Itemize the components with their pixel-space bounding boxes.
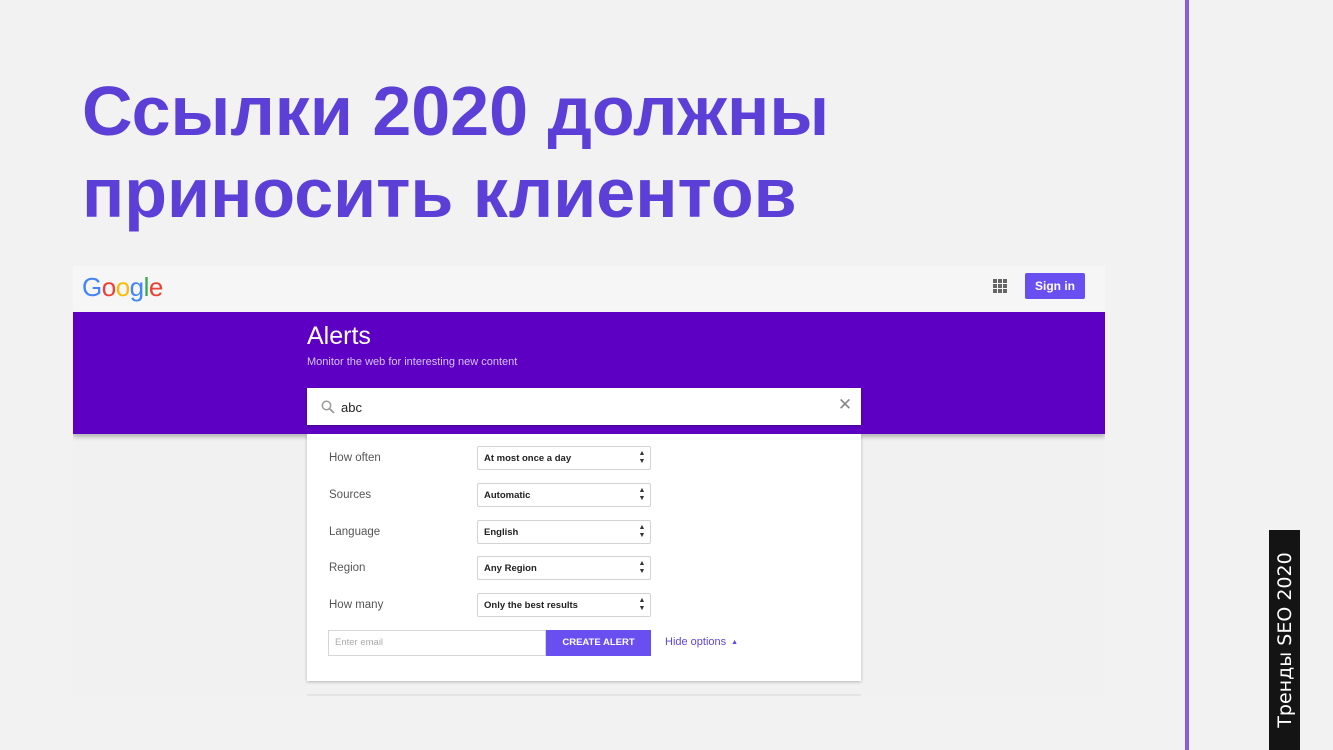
language-select[interactable]: English ▲ ▼ xyxy=(477,520,651,544)
hide-options-link[interactable]: Hide options ▲ xyxy=(665,636,738,648)
option-label: How many xyxy=(329,599,384,611)
select-value: English xyxy=(484,527,519,538)
caret-up-icon: ▲ xyxy=(731,639,739,646)
sources-select[interactable]: Automatic ▲ ▼ xyxy=(477,483,651,507)
option-label: Sources xyxy=(329,489,372,501)
logo-letter-o1: o xyxy=(101,272,116,302)
apps-grid-icon[interactable] xyxy=(993,279,1007,293)
top-bar: Google Sign in xyxy=(73,266,1105,312)
select-value: At most once a day xyxy=(484,453,572,464)
sign-in-button[interactable]: Sign in xyxy=(1025,273,1085,299)
google-alerts-screenshot: Google Sign in Alerts Monitor the web fo… xyxy=(73,266,1105,696)
option-label: Region xyxy=(329,562,366,574)
slide-title: Ссылки 2020 должны приносить клиентов xyxy=(82,72,830,232)
option-label: Language xyxy=(329,526,381,538)
alerts-header: Alerts Monitor the web for interesting n… xyxy=(73,312,1105,434)
search-query[interactable]: abc xyxy=(341,400,362,415)
select-arrows-icon: ▲ ▼ xyxy=(638,597,646,612)
vertical-divider xyxy=(1185,0,1189,750)
region-select[interactable]: Any Region ▲ ▼ xyxy=(477,556,651,580)
side-label-tab: Тренды SEO 2020 xyxy=(1269,530,1300,750)
hide-options-label: Hide options xyxy=(665,636,727,648)
option-label: How often xyxy=(329,452,381,464)
alert-options-panel: How often At most once a day ▲ ▼ Sources … xyxy=(307,434,861,681)
divider xyxy=(307,694,861,696)
alert-search-input[interactable]: abc ✕ xyxy=(307,388,861,425)
select-arrows-icon: ▲ ▼ xyxy=(638,450,646,465)
search-icon xyxy=(321,400,335,414)
option-row-sources: Sources Automatic ▲ ▼ xyxy=(307,483,861,509)
option-row-how-often: How often At most once a day ▲ ▼ xyxy=(307,446,861,472)
logo-letter-g: G xyxy=(82,272,102,302)
email-field[interactable]: Enter email xyxy=(328,630,546,656)
select-arrows-icon: ▲ ▼ xyxy=(638,487,646,502)
logo-letter-e: e xyxy=(148,272,163,302)
page-subtitle: Monitor the web for interesting new cont… xyxy=(307,356,518,368)
select-value: Automatic xyxy=(484,490,531,501)
close-icon[interactable]: ✕ xyxy=(837,396,853,413)
select-value: Any Region xyxy=(484,563,537,574)
select-arrows-icon: ▲ ▼ xyxy=(638,524,646,539)
page-title: Alerts xyxy=(307,322,371,350)
create-alert-button[interactable]: CREATE ALERT xyxy=(546,630,651,656)
option-row-language: Language English ▲ ▼ xyxy=(307,520,861,546)
side-label-text: Тренды SEO 2020 xyxy=(1273,552,1296,728)
logo-letter-g2: g xyxy=(129,272,144,302)
select-arrows-icon: ▲ ▼ xyxy=(638,560,646,575)
option-row-region: Region Any Region ▲ ▼ xyxy=(307,556,861,582)
how-often-select[interactable]: At most once a day ▲ ▼ xyxy=(477,446,651,470)
logo-letter-o2: o xyxy=(115,272,130,302)
how-many-select[interactable]: Only the best results ▲ ▼ xyxy=(477,593,651,617)
select-value: Only the best results xyxy=(484,600,578,611)
option-row-how-many: How many Only the best results ▲ ▼ xyxy=(307,593,861,619)
google-logo[interactable]: Google xyxy=(82,270,163,304)
